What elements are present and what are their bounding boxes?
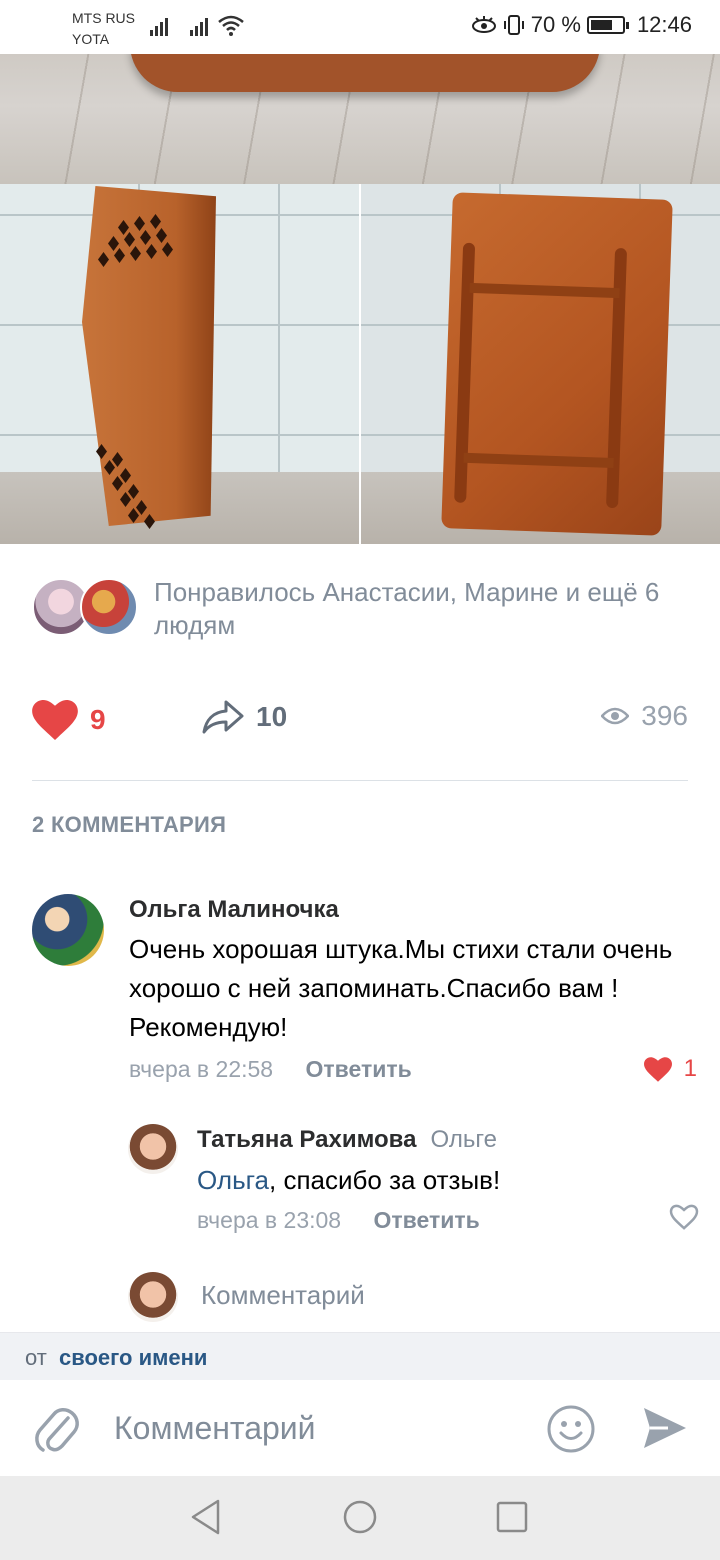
- eye-icon: [601, 707, 630, 725]
- comment-time: вчера в 23:08: [197, 1207, 342, 1233]
- post-actions: 9 10 396: [32, 700, 688, 750]
- comment-likes-count: 1: [683, 1055, 697, 1082]
- back-icon[interactable]: [188, 1498, 224, 1536]
- comment-meta: вчера в 23:08 Ответить: [197, 1204, 699, 1236]
- carrier-labels: MTS RUS YOTA: [72, 8, 135, 50]
- send-icon[interactable]: [642, 1406, 688, 1450]
- views-indicator: 396: [601, 700, 688, 732]
- comment-like-button[interactable]: [669, 1204, 699, 1230]
- comment-text: Ольга, спасибо за отзыв!: [197, 1162, 697, 1198]
- shares-count: 10: [256, 701, 288, 732]
- recents-icon[interactable]: [494, 1498, 530, 1536]
- board-shelf-top: [469, 282, 620, 299]
- heart-filled-icon: [643, 1056, 672, 1082]
- post-as-bar: от своего имени: [0, 1332, 720, 1380]
- board-rail-left: [454, 242, 476, 503]
- attach-icon[interactable]: [34, 1404, 80, 1456]
- liked-by-text: Понравилось Анастасии, Марине и ещё 6 лю…: [154, 577, 660, 640]
- divider: [32, 780, 688, 781]
- carrier-2: YOTA: [72, 31, 110, 47]
- reply-to-label[interactable]: Ольге: [430, 1126, 496, 1153]
- battery-percent: 70 %: [530, 12, 581, 37]
- signal-icon: [150, 18, 168, 36]
- post-photo-diamond-board[interactable]: [0, 184, 359, 544]
- board-shelf-bottom: [463, 452, 614, 469]
- heart-outline-icon: [669, 1204, 699, 1230]
- reply-placeholder: Комментарий: [201, 1280, 365, 1310]
- wooden-shelf-board: [441, 192, 673, 536]
- vibrate-icon: [503, 15, 524, 35]
- wifi-icon: [218, 15, 244, 36]
- carrier-1: MTS RUS: [72, 10, 135, 26]
- emoji-icon[interactable]: [546, 1404, 596, 1454]
- heart-filled-icon: [32, 700, 78, 740]
- likes-count: 9: [90, 704, 106, 735]
- post-photo-shelf-board[interactable]: [361, 184, 720, 544]
- comment-avatar[interactable]: [32, 894, 104, 966]
- reply-button[interactable]: Ответить: [374, 1207, 480, 1233]
- comment-like-button[interactable]: 1: [643, 1053, 697, 1085]
- status-right: 70 % 12:46: [471, 12, 692, 38]
- comment-body: Татьяна Рахимова Ольге Ольга, спасибо за …: [197, 1124, 699, 1236]
- comment-author[interactable]: Ольга Малиночка: [129, 894, 695, 926]
- clock: 12:46: [636, 12, 692, 37]
- like-button[interactable]: 9: [32, 700, 106, 740]
- reply-button[interactable]: Ответить: [306, 1056, 412, 1082]
- battery-icon: [586, 16, 629, 34]
- signal-icon-2: [190, 18, 208, 36]
- comment-composer: [0, 1380, 720, 1476]
- battery-fill: [590, 20, 612, 30]
- comment-time: вчера в 22:58: [129, 1056, 274, 1082]
- status-bar: MTS RUS YOTA 70 % 12:46: [0, 0, 720, 54]
- own-avatar: [128, 1272, 178, 1322]
- share-button[interactable]: 10: [202, 700, 287, 734]
- views-count: 396: [641, 700, 688, 731]
- post-photo-tray[interactable]: [0, 54, 720, 184]
- mention-link[interactable]: Ольга: [197, 1165, 269, 1195]
- liked-by-row[interactable]: Понравилось Анастасии, Марине и ещё 6 лю…: [32, 576, 692, 640]
- wooden-tray: [130, 54, 600, 92]
- comment-body: Ольга Малиночка Очень хорошая штука.Мы с…: [129, 894, 697, 1085]
- comment-text-body: , спасибо за отзыв!: [269, 1165, 501, 1195]
- comment-input[interactable]: [114, 1408, 514, 1448]
- home-icon[interactable]: [342, 1498, 378, 1536]
- comment-author-line: Татьяна Рахимова Ольге: [197, 1124, 697, 1156]
- comment-meta: вчера в 22:58 Ответить 1: [129, 1053, 697, 1085]
- post-as-selector[interactable]: своего имени: [59, 1345, 207, 1371]
- eye-comfort-icon: [471, 16, 496, 33]
- avatar: [80, 578, 138, 636]
- comments-header: 2 КОММЕНТАРИЯ: [32, 812, 227, 837]
- post-as-prefix: от: [25, 1345, 47, 1370]
- share-icon: [202, 700, 244, 734]
- system-nav-bar: [0, 1476, 720, 1560]
- comment-text: Очень хорошая штука.Мы стихи стали очень…: [129, 934, 673, 1042]
- comment-author[interactable]: Татьяна Рахимова: [197, 1126, 416, 1153]
- write-reply-row[interactable]: Комментарий: [128, 1272, 688, 1322]
- comment-avatar[interactable]: [128, 1124, 178, 1174]
